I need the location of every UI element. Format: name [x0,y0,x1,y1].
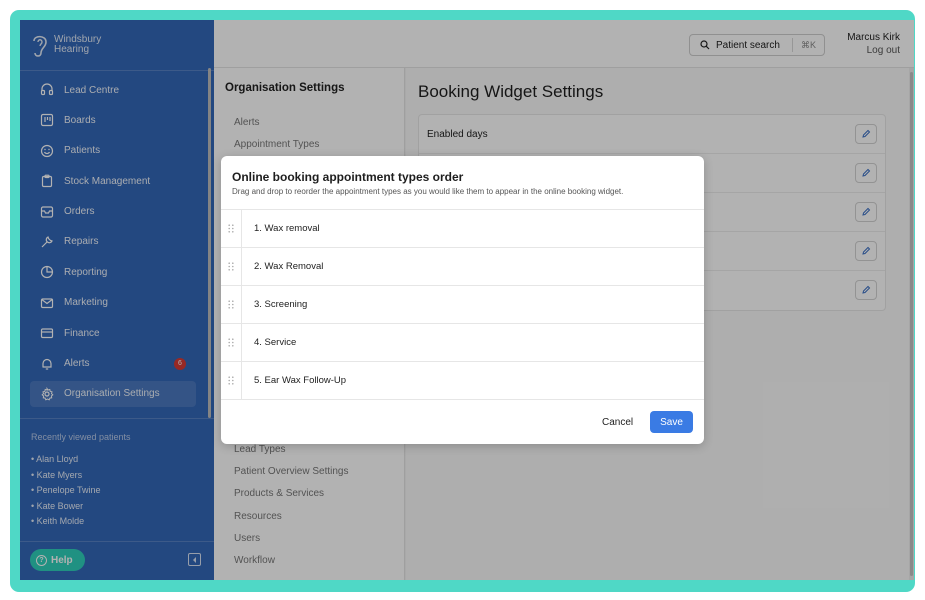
appointment-order-modal: Online booking appointment types order D… [221,156,704,444]
modal-title: Online booking appointment types order [232,170,464,184]
appointment-type-row[interactable]: 5. Ear Wax Follow-Up [221,361,704,400]
drag-handle-icon[interactable] [221,361,242,400]
appointment-type-label: 1. Wax removal [254,223,320,234]
appointment-type-row[interactable]: 3. Screening [221,285,704,324]
appointment-type-row[interactable]: 2. Wax Removal [221,247,704,286]
appointment-type-label: 5. Ear Wax Follow-Up [254,375,347,386]
save-button[interactable]: Save [650,411,693,433]
appointment-type-row[interactable]: 1. Wax removal [221,209,704,248]
appointment-type-label: 2. Wax Removal [254,261,324,272]
appointment-type-row[interactable]: 4. Service [221,323,704,362]
drag-handle-icon[interactable] [221,247,242,286]
appointment-type-list: 1. Wax removal 2. Wax Removal 3. Screeni… [221,209,704,400]
appointment-type-label: 3. Screening [254,299,308,310]
appointment-type-label: 4. Service [254,337,297,348]
cancel-button[interactable]: Cancel [596,411,639,433]
modal-subtitle: Drag and drop to reorder the appointment… [232,187,624,196]
modal-footer: Cancel Save [221,400,704,444]
drag-handle-icon[interactable] [221,323,242,362]
drag-handle-icon[interactable] [221,209,242,248]
drag-handle-icon[interactable] [221,285,242,324]
app-window: Windsbury Hearing Lead Centre Boards Pat… [20,20,914,580]
